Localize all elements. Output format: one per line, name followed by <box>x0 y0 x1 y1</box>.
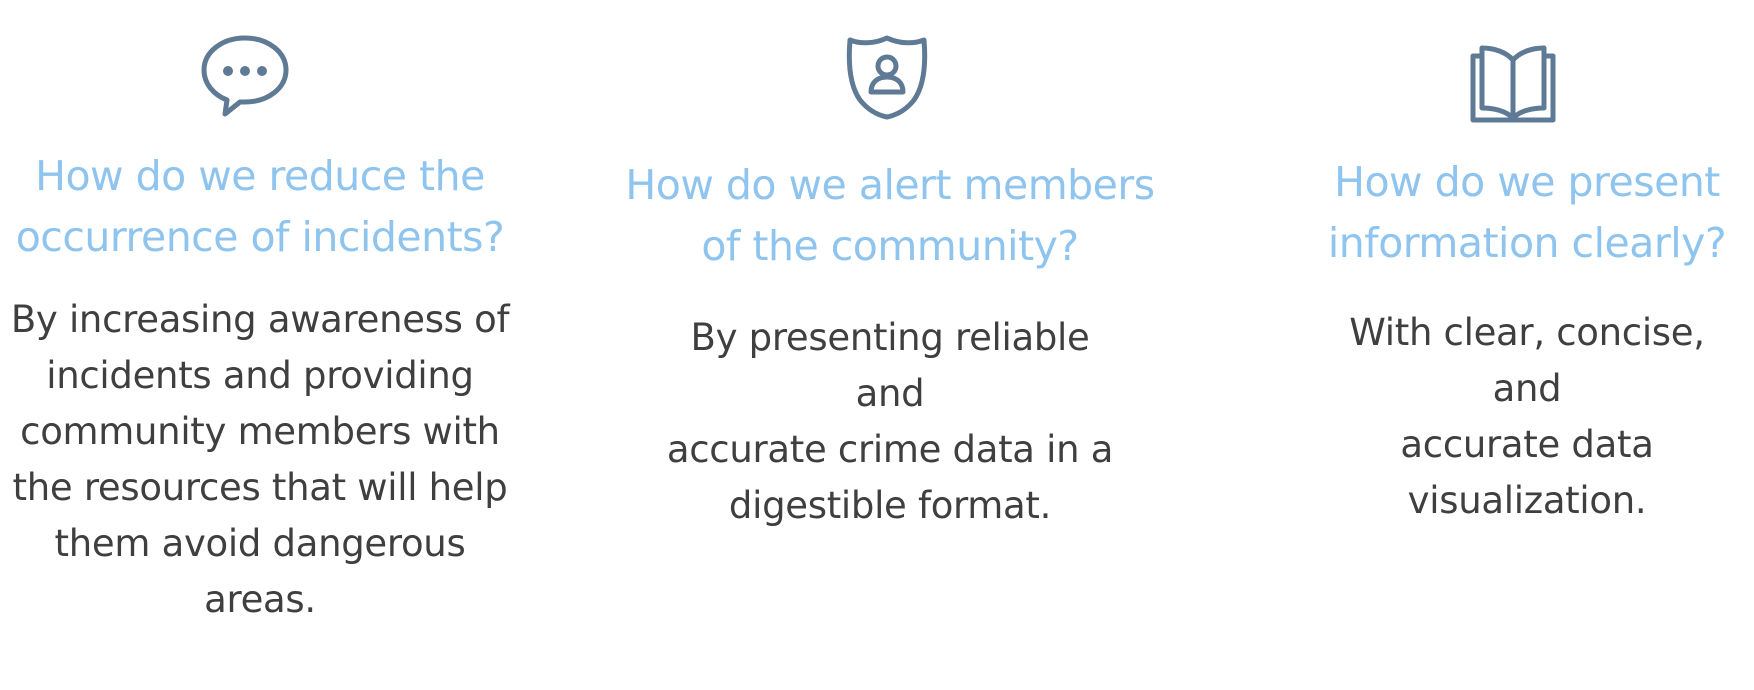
heading-line: How do we reduce the <box>35 152 485 200</box>
feature-description: By increasing awareness of incidents and… <box>0 292 520 628</box>
description-line: areas. <box>204 578 316 621</box>
heading-line: information clearly? <box>1327 219 1727 267</box>
shield-user-icon <box>842 34 932 120</box>
heading-line: occurrence of incidents? <box>15 213 505 261</box>
chat-bubble-icon <box>200 34 290 118</box>
description-line: community members with <box>20 410 500 453</box>
description-line: accurate crime data in a <box>666 428 1114 471</box>
heading-line: How do we present <box>1334 158 1720 206</box>
description-line: digestible format. <box>728 484 1052 527</box>
description-line: the resources that will help <box>12 466 508 509</box>
feature-description: By presenting reliable and accurate crim… <box>620 310 1160 534</box>
description-line: visualization. <box>1407 479 1647 522</box>
description-line: accurate data <box>1400 423 1654 466</box>
feature-heading: How do we present information clearly? <box>1300 152 1754 274</box>
feature-heading: How do we reduce the occurrence of incid… <box>0 146 520 268</box>
description-line: incidents and providing <box>46 354 474 397</box>
open-book-icon <box>1468 44 1558 124</box>
description-line: By presenting reliable and <box>690 316 1090 415</box>
heading-line: of the community? <box>701 222 1079 270</box>
description-line: them avoid dangerous <box>54 522 466 565</box>
feature-description: With clear, concise, and accurate data v… <box>1300 305 1754 529</box>
heading-line: How do we alert members <box>625 161 1155 209</box>
feature-heading: How do we alert members of the community… <box>620 155 1160 277</box>
description-line: By increasing awareness of <box>10 298 510 341</box>
description-line: With clear, concise, and <box>1349 311 1705 410</box>
